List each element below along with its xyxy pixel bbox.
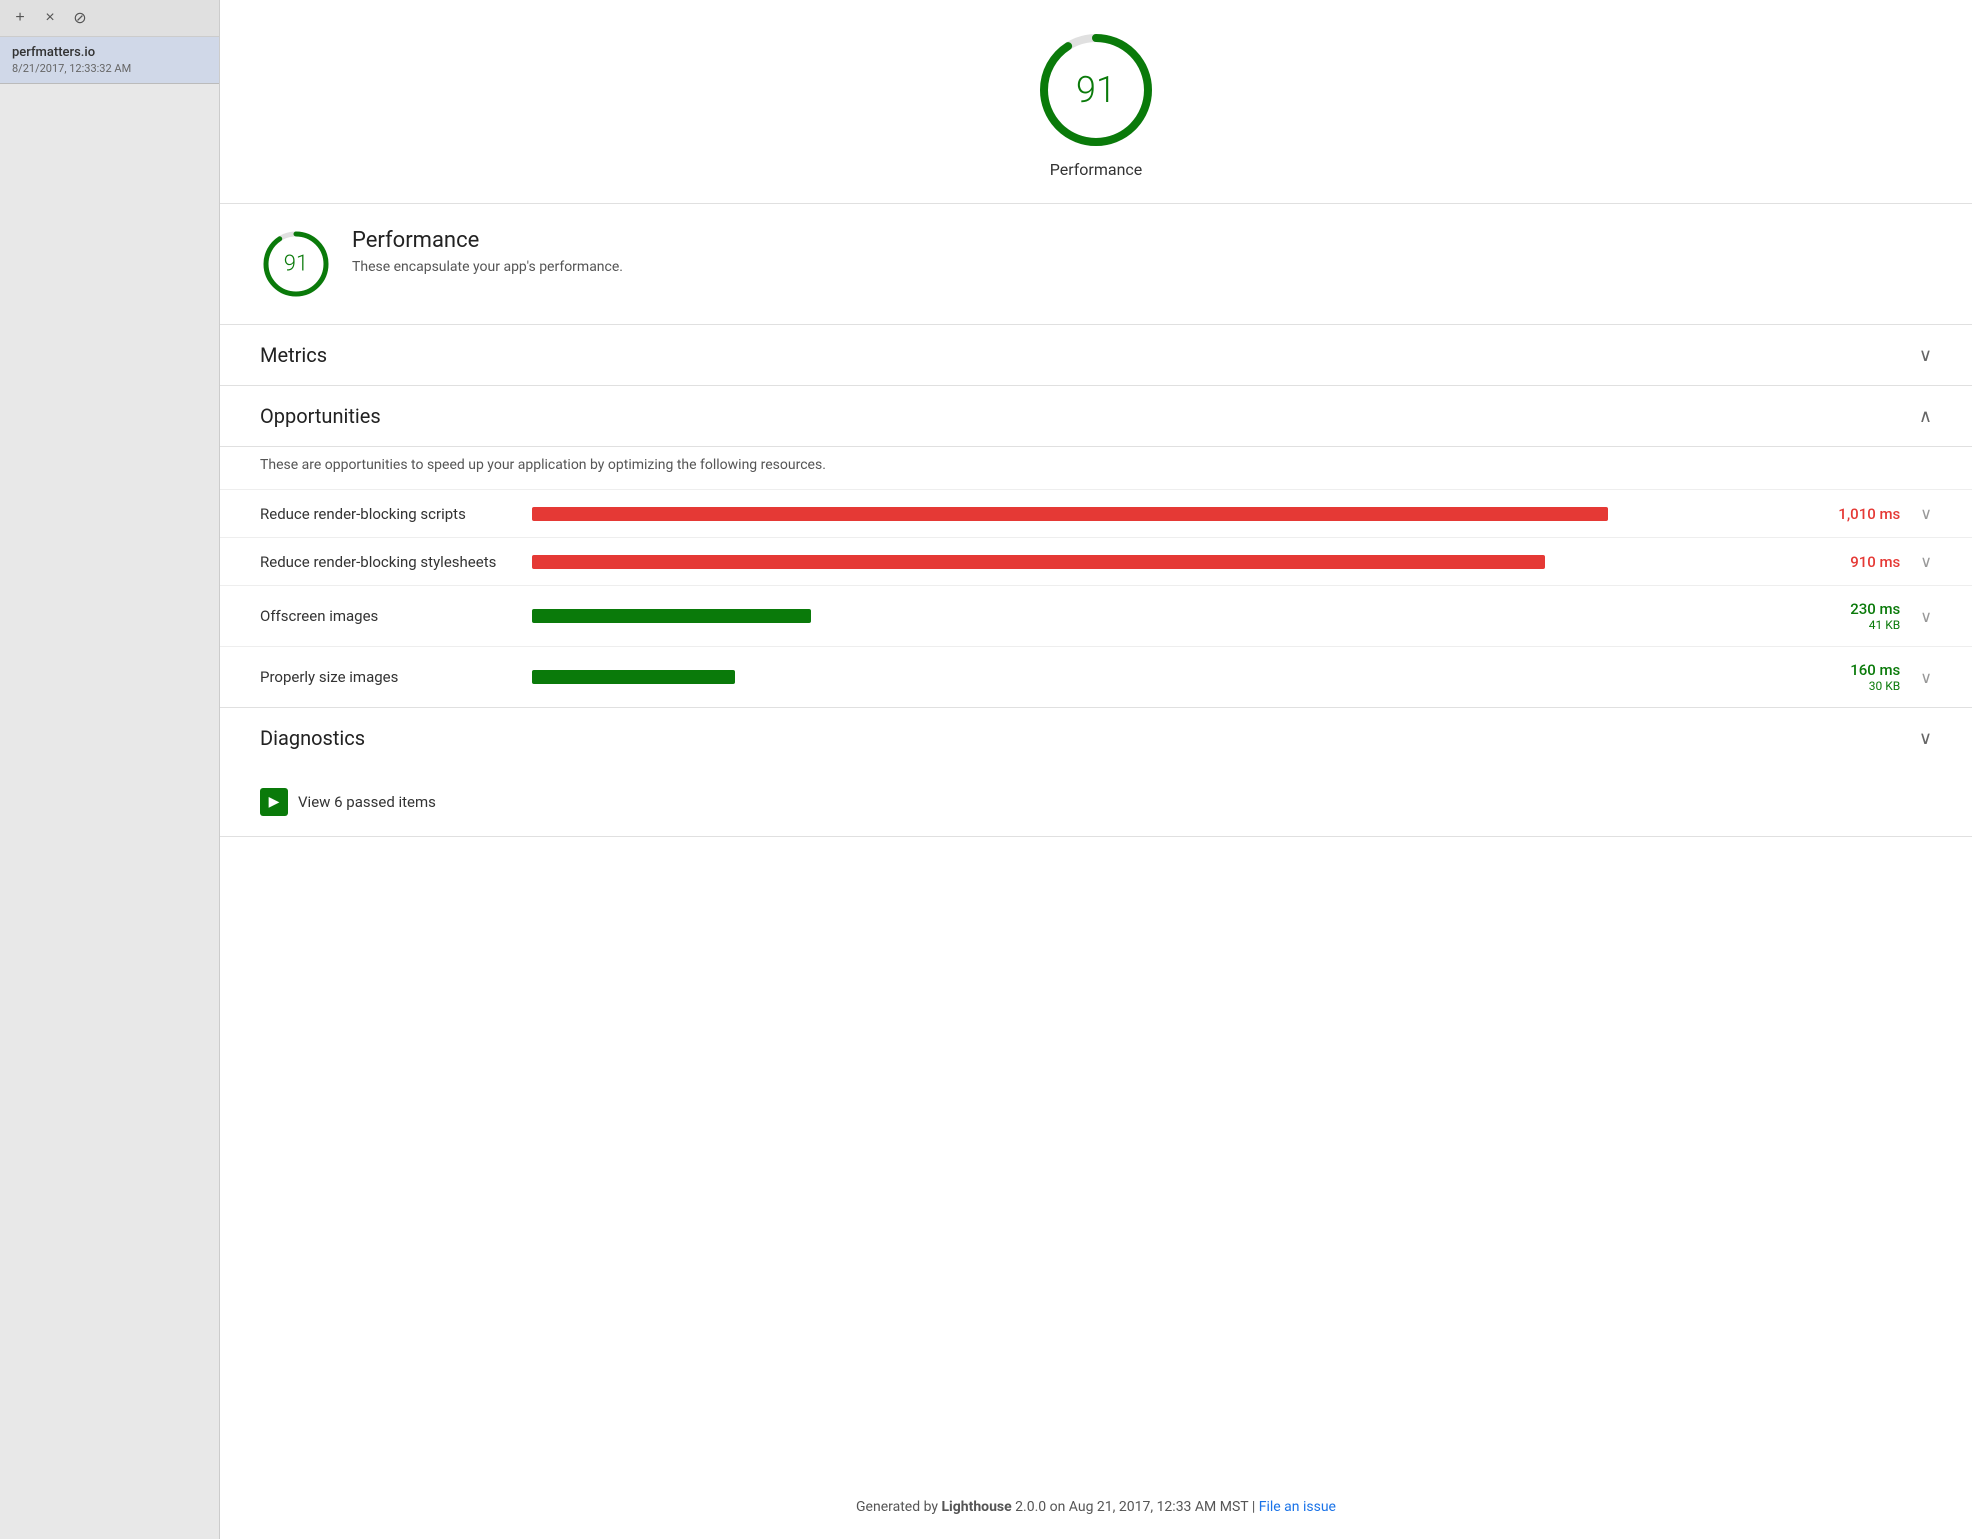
opportunity-values: 1,010 ms (1810, 505, 1900, 523)
opportunity-values: 910 ms (1810, 553, 1900, 571)
opportunity-chevron-icon[interactable]: ∨ (1920, 504, 1932, 523)
metrics-chevron: ∨ (1919, 345, 1932, 366)
opportunity-chevron-icon[interactable]: ∨ (1920, 607, 1932, 626)
perf-score-value: 91 (284, 252, 308, 277)
opportunity-label: Reduce render-blocking scripts (260, 505, 520, 523)
perf-score-circle: 91 (260, 228, 332, 300)
sidebar-toolbar: + × ⊘ (0, 0, 219, 37)
opportunities-section: Opportunities ∧ These are opportunities … (220, 386, 1972, 708)
opportunities-header[interactable]: Opportunities ∧ (220, 386, 1972, 447)
passed-items-label: View 6 passed items (298, 793, 436, 811)
opportunity-chevron-icon[interactable]: ∨ (1920, 552, 1932, 571)
opportunity-chevron-icon[interactable]: ∨ (1920, 668, 1932, 687)
opportunity-bar (532, 507, 1608, 521)
sidebar-item-perfmatters[interactable]: perfmatters.io 8/21/2017, 12:33:32 AM (0, 37, 219, 84)
hero-score-circle: 91 (1036, 30, 1156, 150)
opportunity-kb: 41 KB (1810, 618, 1900, 632)
footer: Generated by Lighthouse 2.0.0 on Aug 21,… (220, 1475, 1972, 1539)
file-issue-link[interactable]: File an issue (1259, 1499, 1336, 1515)
opportunity-ms: 910 ms (1810, 553, 1900, 571)
opportunity-bar-container (532, 609, 1798, 623)
footer-text-after: 2.0.0 on Aug 21, 2017, 12:33 AM MST | (1012, 1499, 1259, 1515)
opportunity-row: Properly size images 160 ms30 KB ∨ (220, 646, 1972, 707)
sidebar: + × ⊘ perfmatters.io 8/21/2017, 12:33:32… (0, 0, 220, 1539)
opportunity-bar-container (532, 555, 1798, 569)
sidebar-item-title: perfmatters.io (12, 45, 207, 60)
hero-label: Performance (1050, 160, 1143, 179)
opportunity-row: Reduce render-blocking stylesheets 910 ms… (220, 537, 1972, 585)
perf-title: Performance (352, 228, 623, 253)
passed-items-row: ▶ View 6 passed items (220, 768, 1972, 836)
opportunity-ms: 160 ms (1810, 661, 1900, 679)
perf-description: These encapsulate your app's performance… (352, 259, 623, 275)
metrics-title: Metrics (260, 343, 327, 367)
opportunity-label: Reduce render-blocking stylesheets (260, 553, 520, 571)
footer-text-before: Generated by (856, 1499, 941, 1515)
opportunity-ms: 230 ms (1810, 600, 1900, 618)
hero-score-value: 91 (1076, 69, 1116, 111)
stop-button[interactable]: ⊘ (68, 6, 92, 30)
opportunities-list: Reduce render-blocking scripts1,010 ms∨R… (220, 489, 1972, 707)
close-tab-button[interactable]: × (38, 6, 62, 30)
opportunity-bar-container (532, 670, 1798, 684)
diagnostics-header[interactable]: Diagnostics ∨ (220, 708, 1972, 768)
opportunity-bar-container (532, 507, 1798, 521)
opportunity-label: Offscreen images (260, 607, 520, 625)
metrics-header[interactable]: Metrics ∨ (220, 325, 1972, 385)
sidebar-item-subtitle: 8/21/2017, 12:33:32 AM (12, 62, 207, 75)
opportunity-bar (532, 670, 735, 684)
opportunity-values: 230 ms41 KB (1810, 600, 1900, 632)
diagnostics-chevron: ∨ (1919, 728, 1932, 749)
hero-section: 91 Performance (220, 0, 1972, 204)
opportunity-values: 160 ms30 KB (1810, 661, 1900, 693)
opportunity-ms: 1,010 ms (1810, 505, 1900, 523)
performance-section: 91 Performance These encapsulate your ap… (220, 204, 1972, 325)
opportunity-kb: 30 KB (1810, 679, 1900, 693)
opportunities-title: Opportunities (260, 404, 381, 428)
opportunity-bar (532, 555, 1545, 569)
opportunity-row: Offscreen images 230 ms41 KB ∨ (220, 585, 1972, 646)
opportunities-description: These are opportunities to speed up your… (220, 447, 1972, 489)
opportunity-label: Properly size images (260, 668, 520, 686)
opportunity-bar (532, 609, 811, 623)
passed-icon-button[interactable]: ▶ (260, 788, 288, 816)
opportunity-row: Reduce render-blocking scripts 1,010 ms ∨ (220, 489, 1972, 537)
diagnostics-title: Diagnostics (260, 726, 365, 750)
main-content: 91 Performance 91 Performance These enca… (220, 0, 1972, 1539)
footer-brand: Lighthouse (941, 1499, 1011, 1515)
diagnostics-section: Diagnostics ∨ ▶ View 6 passed items (220, 708, 1972, 837)
opportunities-chevron: ∧ (1919, 406, 1932, 427)
add-tab-button[interactable]: + (8, 6, 32, 30)
metrics-section: Metrics ∨ (220, 325, 1972, 386)
perf-text: Performance These encapsulate your app's… (352, 228, 623, 275)
